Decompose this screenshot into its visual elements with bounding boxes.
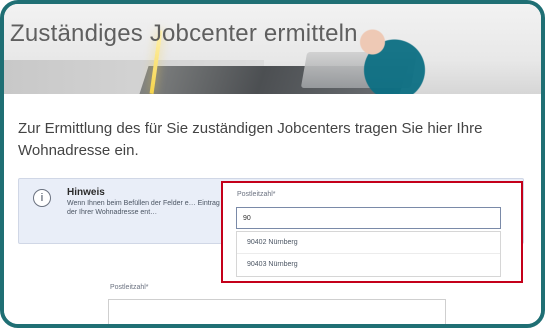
postcode-popup-label: Postleitzahl* xyxy=(237,191,276,198)
hero-banner: Zuständiges Jobcenter ermitteln xyxy=(4,4,541,94)
postcode-suggestion-option[interactable]: 90403 Nürnberg xyxy=(237,254,500,276)
main-content: Zur Ermittlung des für Sie zuständigen J… xyxy=(4,94,541,324)
info-icon: i xyxy=(33,189,51,207)
postcode-label: Postleitzahl* xyxy=(110,284,149,291)
postcode-popup-input[interactable] xyxy=(236,207,501,229)
screenshot-frame: Zuständiges Jobcenter ermitteln Zur Ermi… xyxy=(0,0,545,328)
postcode-input[interactable] xyxy=(108,299,446,324)
hint-title: Hinweis xyxy=(67,187,105,198)
postcode-suggestion-list: 90402 Nürnberg 90403 Nürnberg xyxy=(236,231,501,277)
hint-text: Wenn Ihnen beim Befüllen der Felder e… E… xyxy=(67,200,235,216)
postcode-suggestion-option[interactable]: 90402 Nürnberg xyxy=(237,232,500,254)
lead-paragraph: Zur Ermittlung des für Sie zuständigen J… xyxy=(18,120,483,159)
postcode-autocomplete-popup: Postleitzahl* 90402 Nürnberg 90403 Nürnb… xyxy=(221,181,523,283)
page-title: Zuständiges Jobcenter ermitteln xyxy=(10,20,358,47)
